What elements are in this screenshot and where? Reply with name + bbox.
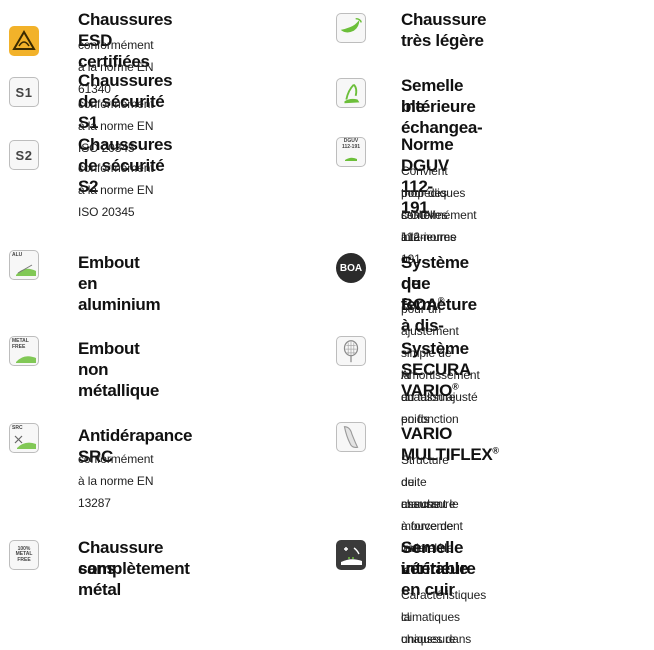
lightweight-shoe-icon xyxy=(336,13,366,43)
100-metal-free-icon: 100% METAL FREE xyxy=(9,540,39,570)
feature-title-line2: sans métal xyxy=(78,559,121,599)
metal-free-toecap-icon: METAL FREE xyxy=(9,336,39,366)
feature-title: Embout en aluminium xyxy=(78,253,161,314)
s2-icon: S2 xyxy=(9,140,39,170)
feature-description: conformément à la norme EN ISO 20345 xyxy=(78,161,154,219)
feature-title-line2: véritable xyxy=(401,559,469,578)
feature-title: Chaussure très légère xyxy=(401,10,487,50)
feature-description: la chaussure xyxy=(401,610,456,646)
exchangeable-insole-icon xyxy=(336,78,366,108)
esd-icon xyxy=(9,26,39,56)
dguv-icon: DGUV 112-191 xyxy=(336,137,366,167)
src-slip-resistance-icon: SRC xyxy=(9,423,39,453)
heel-cushion-icon xyxy=(336,336,366,366)
feature-description: marche xyxy=(401,497,441,511)
feature-description: conformément à la norme EN 13287 xyxy=(78,452,154,510)
alu-toecap-icon: ALU xyxy=(9,250,39,280)
multiflex-sole-icon xyxy=(336,422,366,452)
feature-title: Embout non métallique xyxy=(78,339,160,400)
feature-title-line2: ble xyxy=(401,97,425,116)
s1-icon: S1 xyxy=(9,77,39,107)
leather-insole-icon xyxy=(336,540,366,570)
boa-icon: BOA xyxy=(336,253,366,283)
